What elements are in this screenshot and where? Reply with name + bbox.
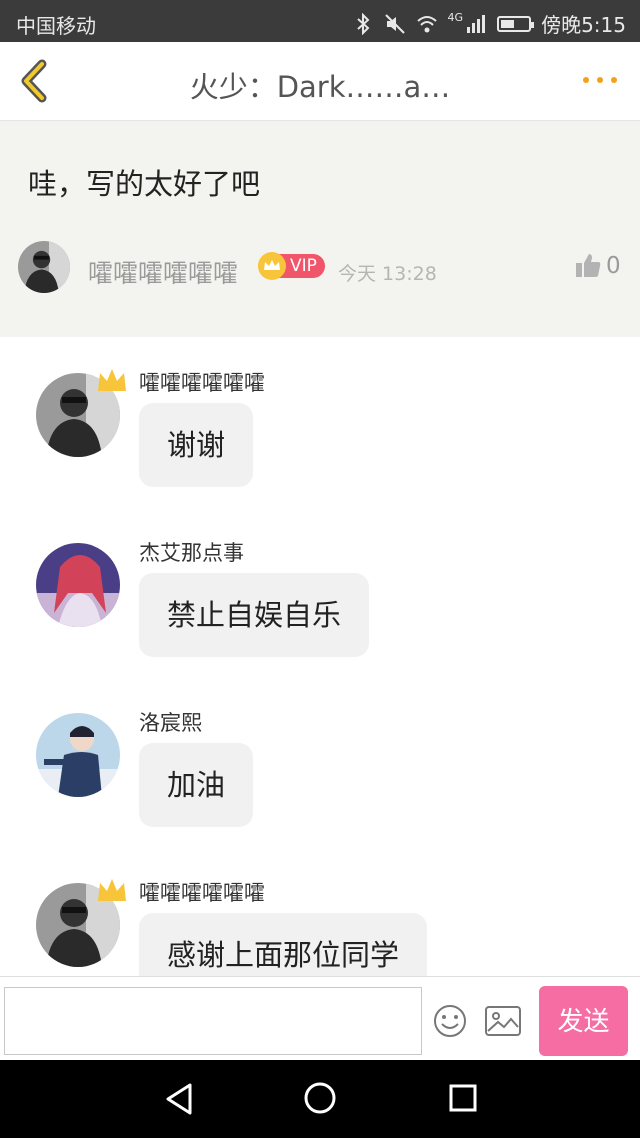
reply-item: 洛宸熙 加油 bbox=[0, 677, 640, 827]
crown-icon bbox=[98, 369, 126, 391]
reply-item: 嚯嚯嚯嚯嚯嚯 感谢上面那位同学 bbox=[0, 847, 640, 997]
smiley-icon[interactable] bbox=[432, 1003, 468, 1039]
network-type: 4G bbox=[447, 11, 464, 24]
reply-author[interactable]: 杰艾那点事 bbox=[139, 537, 244, 567]
reply-item: 杰艾那点事 禁止自娱自乐 bbox=[0, 507, 640, 657]
status-icons: 4G 傍晚5:15 bbox=[352, 9, 626, 38]
avatar[interactable] bbox=[36, 879, 126, 967]
reply-author[interactable]: 嚯嚯嚯嚯嚯嚯 bbox=[139, 877, 265, 907]
quoted-comment-author[interactable]: 嚯嚯嚯嚯嚯嚯 bbox=[88, 254, 238, 290]
chevron-left-icon[interactable] bbox=[14, 58, 58, 104]
more-dots-icon[interactable] bbox=[580, 68, 620, 92]
crown-icon bbox=[258, 252, 286, 280]
wifi-icon bbox=[416, 15, 437, 32]
send-button[interactable]: 发送 bbox=[539, 986, 628, 1056]
battery-fill bbox=[501, 19, 515, 28]
reply-author[interactable]: 洛宸熙 bbox=[139, 707, 202, 737]
quoted-comment: 哇，写的太好了吧 嚯嚯嚯嚯嚯嚯 VIP 今天 13:28 0 bbox=[0, 121, 640, 337]
reply-input-bar: 发送 bbox=[0, 976, 640, 1061]
carrier-name: 中国移动 bbox=[16, 14, 96, 38]
reply-bubble: 加油 bbox=[139, 743, 254, 827]
page-title: 火少：Dark……a… bbox=[189, 70, 451, 104]
status-time: 傍晚5:15 bbox=[541, 13, 626, 37]
quoted-comment-text: 哇，写的太好了吧 bbox=[28, 167, 261, 201]
avatar[interactable] bbox=[36, 369, 126, 457]
avatar-image bbox=[36, 713, 120, 797]
reply-bubble: 禁止自娱自乐 bbox=[139, 573, 370, 657]
status-bar: 中国移动 4G 傍晚5:15 bbox=[0, 0, 640, 42]
triangle-back-icon[interactable] bbox=[162, 1081, 196, 1117]
square-recent-icon[interactable] bbox=[449, 1084, 477, 1112]
avatar[interactable] bbox=[18, 241, 70, 293]
quoted-comment-time: 今天 13:28 bbox=[338, 263, 437, 285]
reply-input[interactable] bbox=[4, 987, 422, 1055]
avatar-image bbox=[36, 543, 120, 627]
top-bar: 火少：Dark……a… bbox=[0, 42, 640, 121]
bluetooth-icon bbox=[356, 12, 369, 35]
like-count: 0 bbox=[606, 253, 621, 279]
avatar-image bbox=[18, 241, 70, 293]
image-icon[interactable] bbox=[484, 1005, 522, 1037]
mute-icon bbox=[384, 13, 405, 34]
thumbs-up-icon[interactable] bbox=[574, 251, 602, 279]
vip-badge: VIP bbox=[258, 252, 325, 280]
circle-home-icon[interactable] bbox=[303, 1081, 337, 1115]
system-nav-bar bbox=[0, 1060, 640, 1138]
signal-icon bbox=[467, 14, 486, 33]
reply-bubble: 谢谢 bbox=[139, 403, 254, 487]
crown-icon bbox=[98, 879, 126, 901]
reply-item: 嚯嚯嚯嚯嚯嚯 谢谢 bbox=[0, 337, 640, 487]
reply-author[interactable]: 嚯嚯嚯嚯嚯嚯 bbox=[139, 367, 265, 397]
battery-icon bbox=[497, 15, 535, 32]
avatar[interactable] bbox=[36, 713, 120, 797]
avatar[interactable] bbox=[36, 543, 120, 627]
